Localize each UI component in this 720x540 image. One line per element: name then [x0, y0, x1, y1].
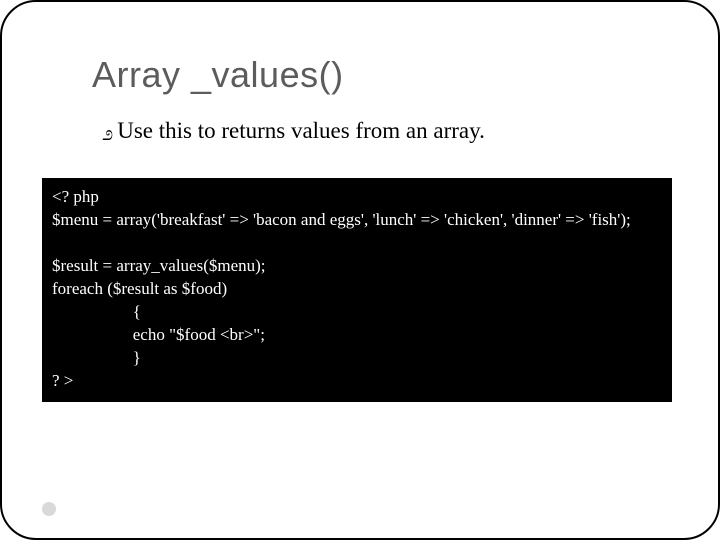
- slide-container: Array _values() ೨ Use this to returns va…: [0, 0, 720, 540]
- bullet-text: Use this to returns values from an array…: [117, 118, 485, 144]
- code-block: <? php $menu = array('breakfast' => 'bac…: [42, 178, 672, 402]
- page-title: Array _values(): [92, 54, 666, 96]
- swirl-icon: ೨: [102, 123, 113, 146]
- bullet-item: ೨ Use this to returns values from an arr…: [102, 118, 666, 144]
- page-indicator-dot: [42, 502, 56, 516]
